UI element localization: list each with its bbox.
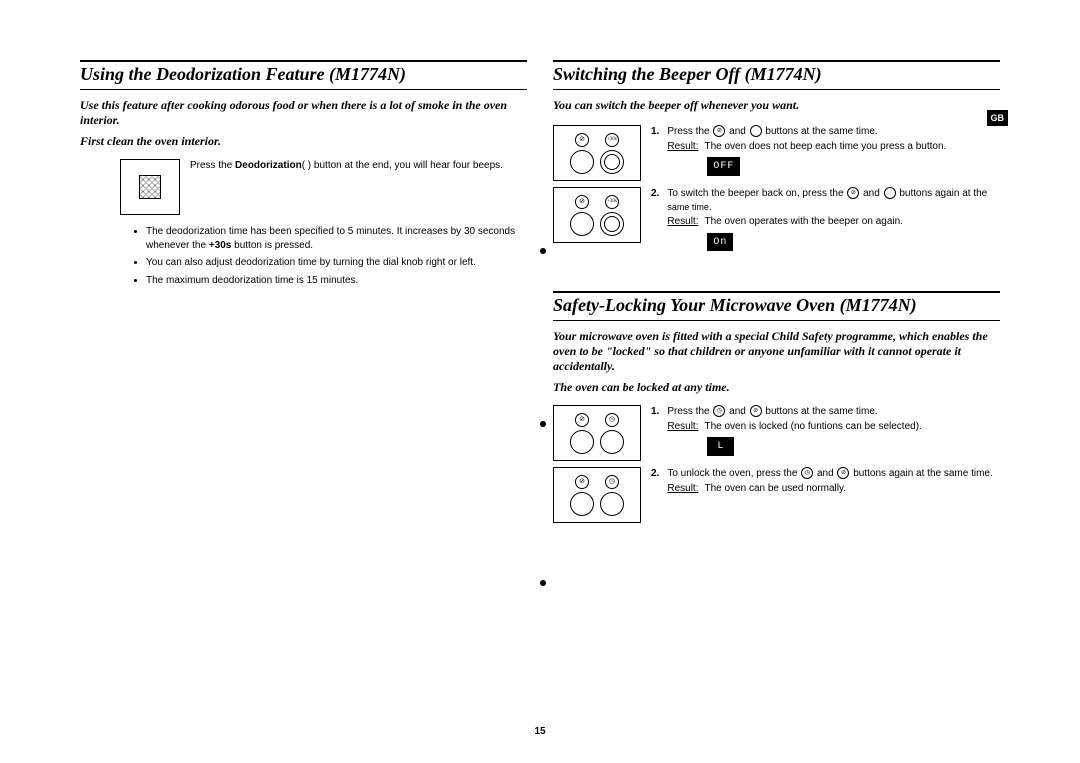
intro-beeper: You can switch the beeper off whenever y… xyxy=(553,98,1000,113)
stop-icon: ⊘ xyxy=(713,125,725,137)
region-badge: GB xyxy=(987,110,1009,126)
panel-diagram: ⊘ +30s xyxy=(553,125,641,181)
deodorization-notes: The deodorization time has been specifie… xyxy=(130,225,527,287)
deodor-step-text: Press the Deodorization( ) button at the… xyxy=(190,159,527,173)
start-icon xyxy=(884,187,896,199)
stop-icon: ⊘ xyxy=(575,195,589,209)
panel-diagram: ⊘ ◷ xyxy=(553,467,641,523)
safety-step-2: ⊘ ◷ 2. To unlock the oven, press the ◷ a… xyxy=(553,467,1000,523)
clock-icon: ◷ xyxy=(801,467,813,479)
lcd-display: L xyxy=(707,437,734,456)
page-body: Using the Deodorization Feature (M1774N)… xyxy=(0,0,1080,549)
deodorization-icon xyxy=(139,175,161,199)
clock-icon: ◷ xyxy=(713,405,725,417)
start-icon: +30s xyxy=(605,195,619,209)
start-icon xyxy=(750,125,762,137)
panel-diagram: ⊘ ◷ xyxy=(553,405,641,461)
start-icon: +30s xyxy=(605,133,619,147)
page-number: 15 xyxy=(0,726,1080,737)
intro2-safety: The oven can be locked at any time. xyxy=(553,380,1000,395)
lcd-display: On xyxy=(707,233,733,252)
step-number: 1. xyxy=(651,125,659,176)
lcd-display: OFF xyxy=(707,157,740,176)
intro-deodorization: Use this feature after cooking odorous f… xyxy=(80,98,527,128)
clock-icon: ◷ xyxy=(605,413,619,427)
list-item: The maximum deodorization time is 15 min… xyxy=(146,274,527,288)
left-column: Using the Deodorization Feature (M1774N)… xyxy=(80,60,527,529)
list-item: You can also adjust deodorization time b… xyxy=(146,256,527,270)
section-title-beeper: Switching the Beeper Off (M1774N) xyxy=(553,64,1000,85)
step-number: 1. xyxy=(651,405,659,456)
panel-diagram-deodor xyxy=(120,159,180,215)
beeper-step-1: ⊘ +30s 1. Press the ⊘ and buttons at the… xyxy=(553,125,1000,181)
stop-icon: ⊘ xyxy=(837,467,849,479)
intro-safety: Your microwave oven is fitted with a spe… xyxy=(553,329,1000,374)
panel-diagram: ⊘ +30s xyxy=(553,187,641,243)
deodorization-step: Press the Deodorization( ) button at the… xyxy=(120,159,527,215)
stop-icon: ⊘ xyxy=(847,187,859,199)
beeper-step-2: ⊘ +30s 2. To switch the beeper back on, … xyxy=(553,187,1000,251)
tab-dot xyxy=(540,421,546,427)
section-safety-lock: Safety-Locking Your Microwave Oven (M177… xyxy=(553,291,1000,523)
stop-icon: ⊘ xyxy=(575,475,589,489)
safety-step-1: ⊘ ◷ 1. Press the ◷ and ⊘ buttons at the … xyxy=(553,405,1000,461)
step-number: 2. xyxy=(651,187,659,251)
section-title-safety: Safety-Locking Your Microwave Oven (M177… xyxy=(553,295,1000,316)
stop-icon: ⊘ xyxy=(750,405,762,417)
clock-icon: ◷ xyxy=(605,475,619,489)
list-item: The deodorization time has been specifie… xyxy=(146,225,527,252)
stop-icon: ⊘ xyxy=(575,413,589,427)
section-title-deodorization: Using the Deodorization Feature (M1774N) xyxy=(80,64,527,85)
tab-dot xyxy=(540,248,546,254)
tab-dot xyxy=(540,580,546,586)
right-column: Switching the Beeper Off (M1774N) You ca… xyxy=(553,60,1000,529)
intro2-deodorization: First clean the oven interior. xyxy=(80,134,527,149)
stop-icon: ⊘ xyxy=(575,133,589,147)
step-number: 2. xyxy=(651,467,659,495)
